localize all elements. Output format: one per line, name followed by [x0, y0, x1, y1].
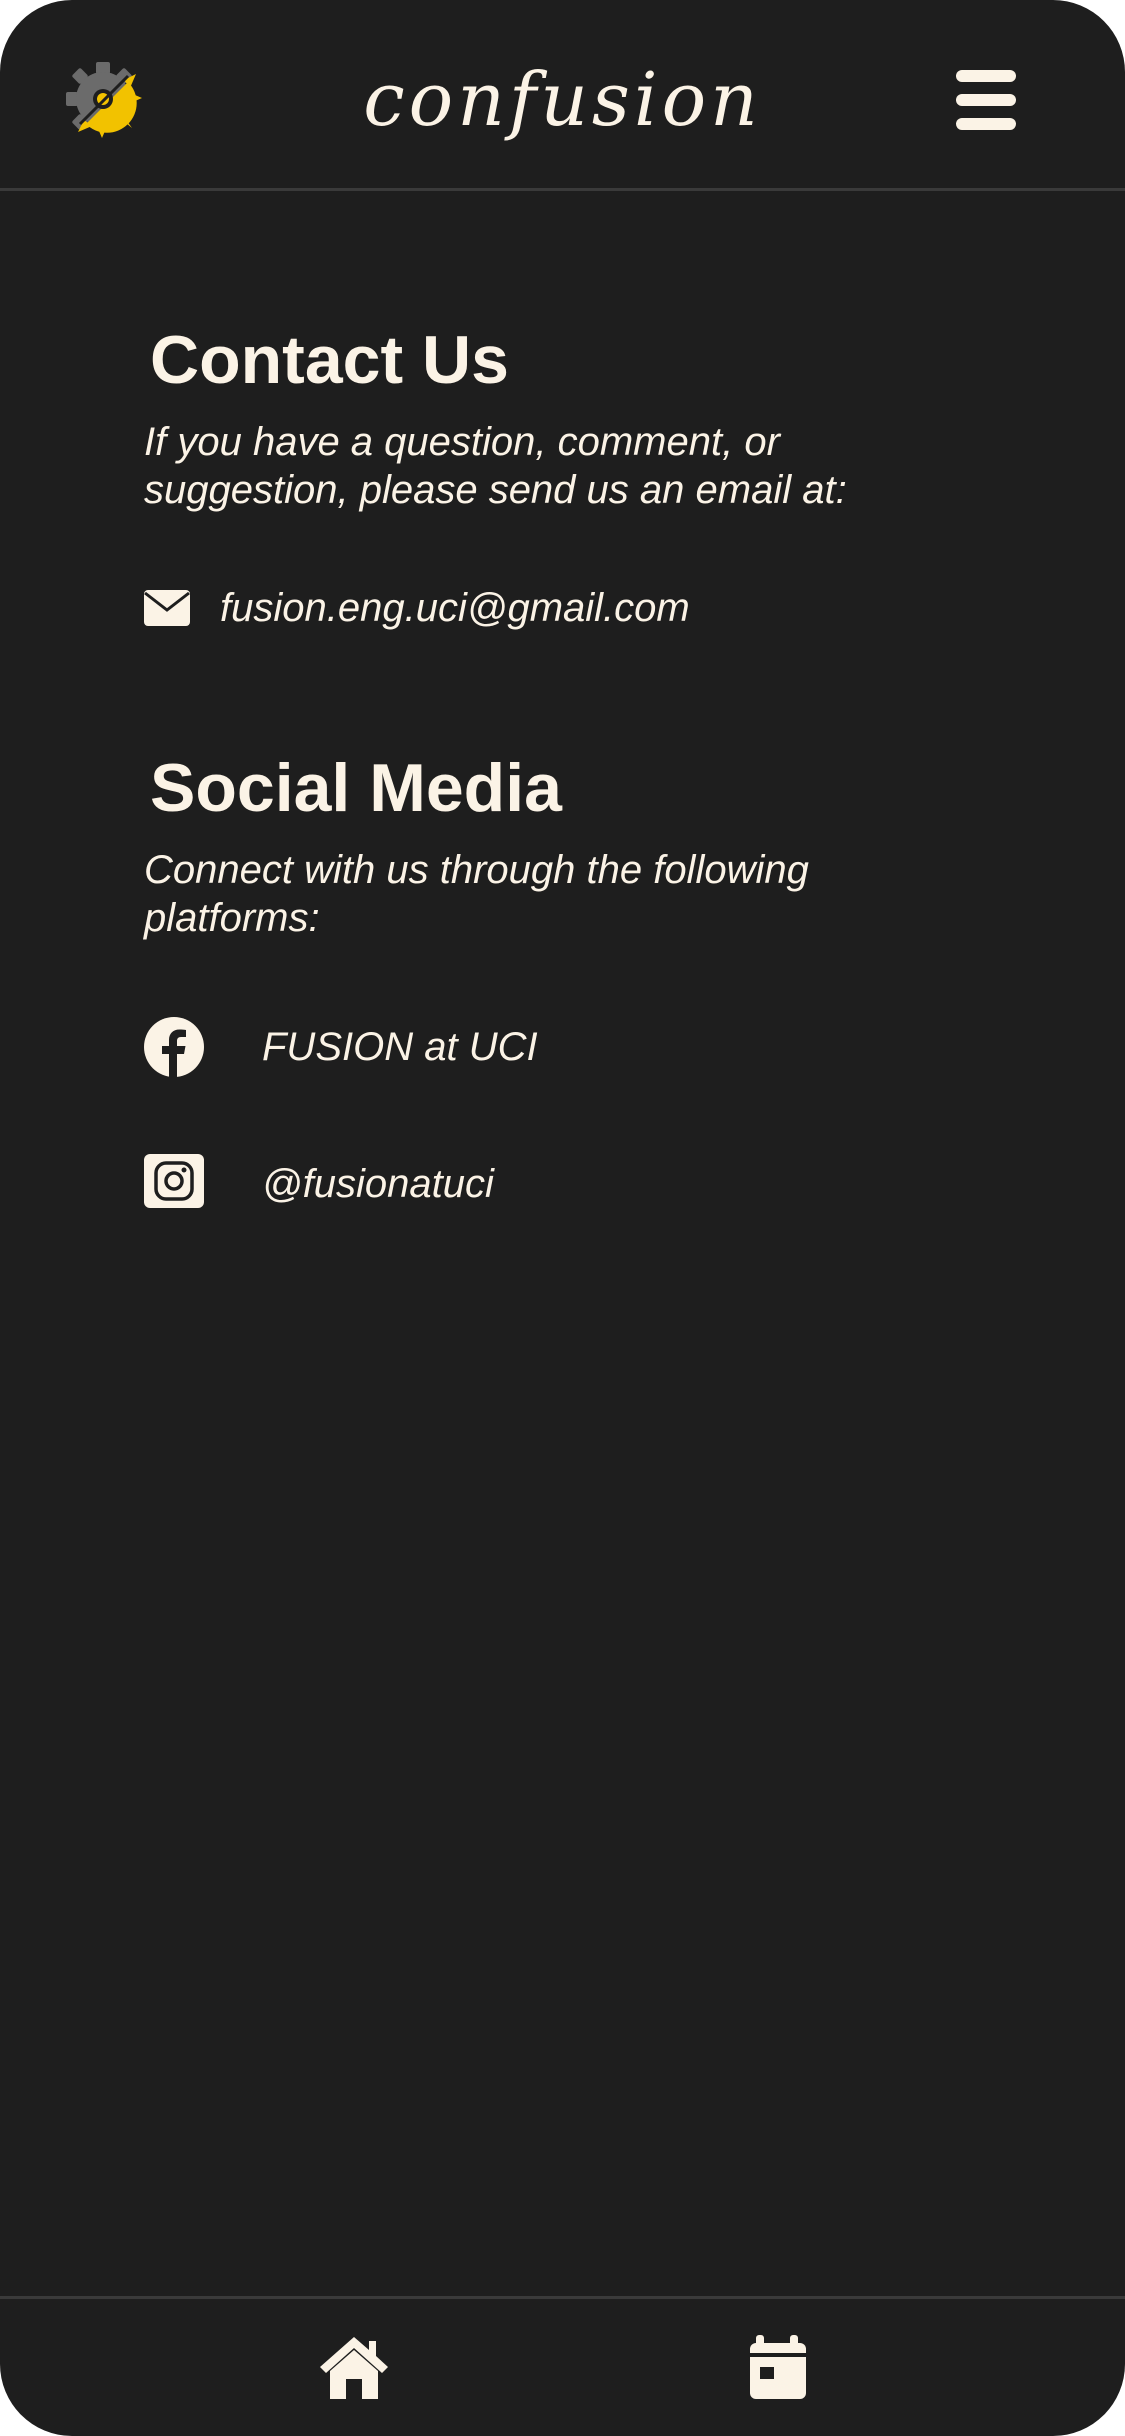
email-address[interactable]: fusion.eng.uci@gmail.com	[220, 586, 690, 631]
app-header: confusion	[0, 0, 1125, 191]
instagram-icon	[144, 1154, 204, 1208]
instagram-label[interactable]: @fusionatuci	[262, 1162, 494, 1207]
facebook-icon	[144, 1017, 204, 1077]
social-description: Connect with us through the following pl…	[144, 848, 809, 940]
email-row[interactable]: fusion.eng.uci@gmail.com	[144, 578, 690, 638]
envelope-icon	[144, 590, 190, 626]
hamburger-menu-icon[interactable]	[952, 64, 1020, 136]
app-screen: confusion Contact Us If you have a quest…	[0, 0, 1125, 2436]
calendar-icon[interactable]	[742, 2335, 814, 2401]
home-icon[interactable]	[318, 2335, 390, 2401]
contact-title: Contact Us	[150, 322, 509, 398]
contact-description: If you have a question, comment, or sugg…	[144, 420, 847, 512]
instagram-link[interactable]: @fusionatuci	[144, 1154, 494, 1214]
facebook-link[interactable]: FUSION at UCI	[144, 1017, 538, 1077]
social-title: Social Media	[150, 750, 562, 826]
facebook-label[interactable]: FUSION at UCI	[262, 1025, 538, 1070]
bottom-nav	[0, 2296, 1125, 2436]
